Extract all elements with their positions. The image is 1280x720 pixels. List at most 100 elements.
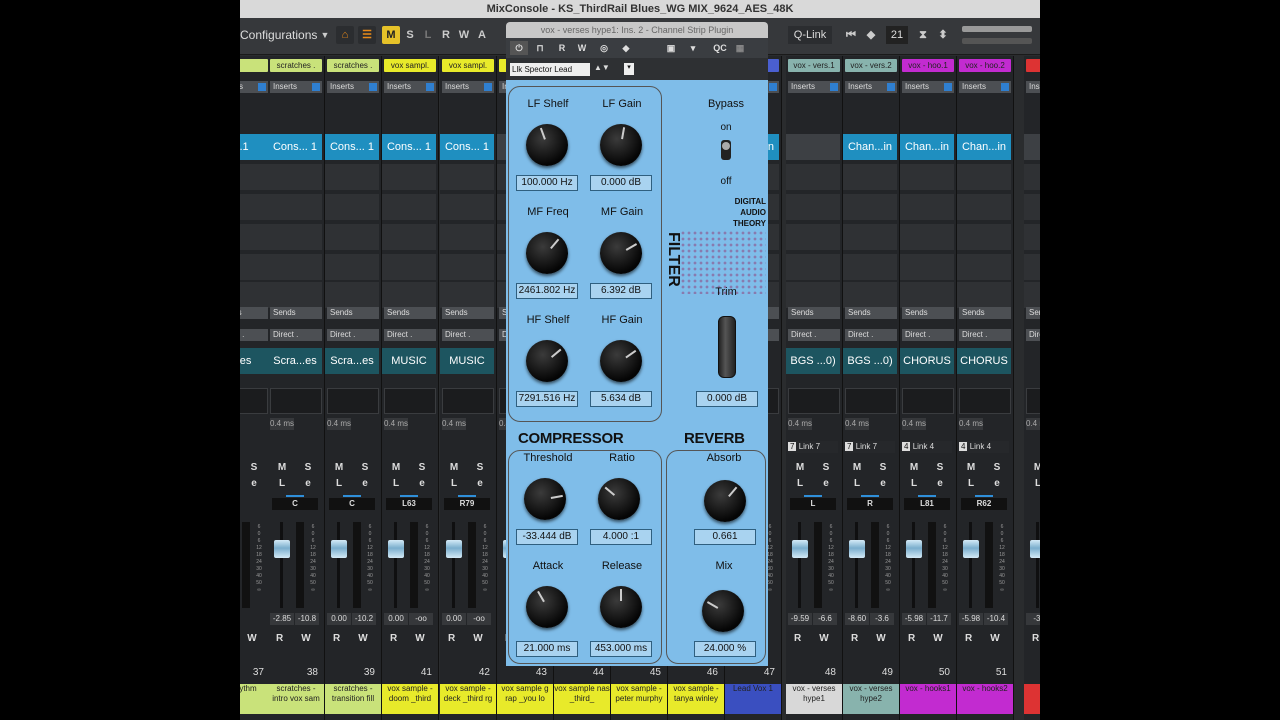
link-group[interactable]: 7 Link 7 <box>845 441 895 453</box>
insert-slot-empty[interactable] <box>843 164 897 190</box>
send-level-box[interactable] <box>902 388 954 414</box>
mf-gain-knob[interactable] <box>600 232 642 274</box>
lf-gain-knob[interactable] <box>600 124 642 166</box>
insert-slot[interactable]: Chan...in <box>900 134 954 160</box>
insert-slot-empty[interactable] <box>240 164 268 190</box>
insert-slot-empty[interactable] <box>382 282 436 308</box>
preset-menu-icon[interactable]: ▾ <box>624 63 634 75</box>
volume-fader[interactable] <box>906 522 922 608</box>
insert-slot-empty[interactable] <box>440 254 494 280</box>
list-icon[interactable]: ☰ <box>358 26 376 44</box>
channel-name[interactable]: vox sampl. <box>384 59 436 72</box>
insert-slot-empty[interactable] <box>240 224 268 250</box>
sends-header[interactable]: Sends <box>240 307 268 319</box>
insert-slot-empty[interactable] <box>1024 224 1040 250</box>
edit-button[interactable]: e <box>470 478 490 490</box>
threshold-knob[interactable] <box>524 478 566 520</box>
channel-label[interactable]: vox - verses hype1 <box>786 684 842 714</box>
hf-gain-knob[interactable] <box>600 340 642 382</box>
insert-slot-empty[interactable] <box>786 164 840 190</box>
direct-routing-header[interactable]: Direct . <box>959 329 1011 341</box>
inserts-power-icon[interactable] <box>484 83 492 91</box>
channel-label[interactable]: vox - hooks2 <box>957 684 1013 714</box>
collapse-icon[interactable]: ⧗ <box>916 26 930 44</box>
grid-icon[interactable]: ▦ <box>734 41 746 55</box>
solo-button[interactable]: S <box>470 462 490 474</box>
insert-slot[interactable]: Cons... 1 <box>382 134 436 160</box>
insert-slot-empty[interactable] <box>786 134 840 160</box>
read-write-buttons[interactable]: RW <box>384 633 434 644</box>
preset-up-icon[interactable]: ▲▼ <box>594 63 610 72</box>
read-write-buttons[interactable]: RW <box>788 633 838 644</box>
pan-control[interactable]: C <box>272 495 318 510</box>
channel-label[interactable]: vox - verses hype2 <box>843 684 899 714</box>
channel-name[interactable]: vox - vers.2 <box>845 59 897 72</box>
inserts-power-icon[interactable] <box>426 83 434 91</box>
insert-slot[interactable]: Cons... 1 <box>440 134 494 160</box>
mute-button[interactable]: M <box>386 462 406 474</box>
inserts-power-icon[interactable] <box>944 83 952 91</box>
pan-control[interactable]: C <box>329 495 375 510</box>
automation-button[interactable]: A <box>474 26 490 44</box>
send-level-box[interactable] <box>959 388 1011 414</box>
channel-label[interactable]: vox sample - peter murphy <box>611 684 667 714</box>
skip-back-icon[interactable]: ⏮ <box>844 26 858 44</box>
edit-button[interactable]: e <box>298 478 318 490</box>
trim-value[interactable]: 0.000 dB <box>696 391 758 407</box>
insert-slot-empty[interactable] <box>325 194 379 220</box>
send-level-box[interactable] <box>845 388 897 414</box>
solo-button[interactable]: S <box>298 462 318 474</box>
read-write-buttons[interactable]: RW <box>902 633 952 644</box>
channel-label[interactable]: Lead Vox 1 <box>725 684 781 714</box>
diamond-icon[interactable]: ◆ <box>618 41 634 55</box>
read-write-buttons[interactable]: RW <box>327 633 377 644</box>
send-slot[interactable]: BGS ...0) <box>843 348 897 374</box>
solo-button[interactable]: S <box>930 462 950 474</box>
edit-button[interactable]: e <box>930 478 950 490</box>
edit-button[interactable]: e <box>873 478 893 490</box>
threshold-value[interactable]: -33.444 dB <box>516 529 578 545</box>
solo-button[interactable]: S <box>244 462 264 474</box>
send-slot[interactable]: CHORUS <box>900 348 954 374</box>
solo-button[interactable]: S <box>873 462 893 474</box>
stepper-icon[interactable]: ⬍ <box>936 26 950 44</box>
volume-fader[interactable] <box>331 522 347 608</box>
hf-shelf-knob[interactable] <box>526 340 568 382</box>
link-group[interactable]: 4 Link 4 <box>902 441 952 453</box>
channel-label[interactable]: INS <box>1024 684 1040 714</box>
camera-icon[interactable]: ▣ <box>662 41 680 55</box>
pan-control[interactable]: L63 <box>386 495 432 510</box>
direct-routing-header[interactable]: Direct . <box>327 329 379 341</box>
insert-slot-empty[interactable] <box>843 282 897 308</box>
inserts-power-icon[interactable] <box>258 83 266 91</box>
insert-slot-empty[interactable] <box>382 254 436 280</box>
send-slot[interactable]: ...es <box>240 348 268 374</box>
listen-button[interactable]: L <box>329 478 349 490</box>
insert-slot-empty[interactable] <box>440 194 494 220</box>
direct-routing-header[interactable]: Direct . <box>788 329 840 341</box>
channel-name[interactable] <box>240 59 268 72</box>
attack-value[interactable]: 21.000 ms <box>516 641 578 657</box>
mute-button[interactable]: M <box>961 462 981 474</box>
insert-slot-empty[interactable] <box>900 224 954 250</box>
mf-gain-value[interactable]: 6.392 dB <box>590 283 652 299</box>
send-slot[interactable]: MUSIC <box>382 348 436 374</box>
read-all-button[interactable]: R <box>438 26 454 44</box>
mute-all-button[interactable]: M <box>382 26 400 44</box>
lf-gain-value[interactable]: 0.000 dB <box>590 175 652 191</box>
inserts-power-icon[interactable] <box>887 83 895 91</box>
listen-button[interactable]: L <box>847 478 867 490</box>
sends-header[interactable]: Sends <box>902 307 954 319</box>
pan-control[interactable]: L <box>790 495 836 510</box>
listen-button[interactable]: L <box>272 478 292 490</box>
insert-slot-empty[interactable] <box>786 254 840 280</box>
edit-button[interactable]: e <box>987 478 1007 490</box>
insert-slot-empty[interactable] <box>268 224 322 250</box>
solo-button[interactable]: S <box>355 462 375 474</box>
send-level-box[interactable] <box>240 388 268 414</box>
chevron-down-icon[interactable]: ▼ <box>320 26 330 44</box>
insert-slot-empty[interactable] <box>325 224 379 250</box>
sends-header[interactable]: Sends <box>1026 307 1040 319</box>
absorb-value[interactable]: 0.661 <box>694 529 756 545</box>
send-slot[interactable]: BGS ...0) <box>786 348 840 374</box>
